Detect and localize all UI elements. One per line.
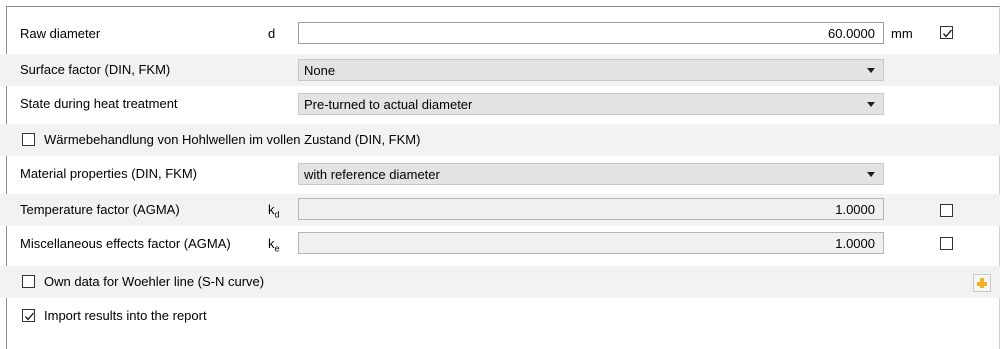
temperature-factor-label: Temperature factor (AGMA) xyxy=(20,202,180,217)
row-state-heat-treatment: State during heat treatment Pre-turned t… xyxy=(0,88,1000,120)
state-heat-treatment-value: Pre-turned to actual diameter xyxy=(304,97,473,112)
chevron-down-icon xyxy=(867,68,875,73)
chevron-down-icon xyxy=(867,172,875,177)
row-raw-diameter: Raw diameter d 60.0000 mm xyxy=(0,18,1000,50)
import-results-label: Import results into the report xyxy=(44,308,207,323)
misc-effects-factor-input[interactable]: 1.0000 xyxy=(298,232,884,254)
row-material-properties: Material properties (DIN, FKM) with refe… xyxy=(0,158,1000,190)
raw-diameter-input[interactable]: 60.0000 xyxy=(298,22,884,44)
material-properties-select[interactable]: with reference diameter xyxy=(298,163,884,185)
chevron-down-icon xyxy=(867,102,875,107)
hollow-shaft-checkbox[interactable] xyxy=(22,133,35,146)
raw-diameter-label: Raw diameter xyxy=(20,26,101,41)
raw-diameter-unit: mm xyxy=(891,26,913,41)
row-temperature-factor: Temperature factor (AGMA) kd 1.0000 xyxy=(0,194,1000,226)
temperature-factor-symbol-sub: d xyxy=(274,209,280,220)
checkmark-icon xyxy=(25,312,34,321)
state-heat-treatment-select[interactable]: Pre-turned to actual diameter xyxy=(298,93,884,115)
row-hollow-shaft: Wärmebehandlung von Hohlwellen im vollen… xyxy=(0,124,1000,156)
misc-effects-factor-symbol: ke xyxy=(268,236,280,254)
row-own-data-woehler: Own data for Woehler line (S-N curve) xyxy=(0,266,1000,298)
own-data-woehler-label: Own data for Woehler line (S-N curve) xyxy=(44,274,265,289)
row-misc-effects-factor: Miscellaneous effects factor (AGMA) ke 1… xyxy=(0,228,1000,260)
row-surface-factor: Surface factor (DIN, FKM) None xyxy=(0,54,1000,86)
add-button[interactable] xyxy=(973,274,991,292)
surface-factor-label: Surface factor (DIN, FKM) xyxy=(20,62,171,77)
checkmark-icon xyxy=(943,29,952,38)
surface-factor-select[interactable]: None xyxy=(298,59,884,81)
raw-diameter-checkbox[interactable] xyxy=(940,26,953,39)
misc-effects-factor-label: Miscellaneous effects factor (AGMA) xyxy=(20,236,231,251)
own-data-woehler-checkbox[interactable] xyxy=(22,275,35,288)
misc-effects-factor-checkbox[interactable] xyxy=(940,237,953,250)
temperature-factor-symbol: kd xyxy=(268,202,280,220)
material-properties-value: with reference diameter xyxy=(304,167,440,182)
raw-diameter-symbol: d xyxy=(268,26,276,41)
row-import-results: Import results into the report xyxy=(0,300,1000,332)
surface-factor-value: None xyxy=(304,63,336,78)
material-properties-label: Material properties (DIN, FKM) xyxy=(20,166,197,181)
misc-effects-factor-symbol-sub: e xyxy=(274,243,280,254)
hollow-shaft-label: Wärmebehandlung von Hohlwellen im vollen… xyxy=(44,132,421,147)
import-results-checkbox[interactable] xyxy=(22,309,35,322)
temperature-factor-input[interactable]: 1.0000 xyxy=(298,198,884,220)
temperature-factor-checkbox[interactable] xyxy=(940,204,953,217)
settings-panel: Raw diameter d 60.0000 mm Surface factor… xyxy=(0,0,1000,349)
state-heat-treatment-label: State during heat treatment xyxy=(20,96,178,111)
